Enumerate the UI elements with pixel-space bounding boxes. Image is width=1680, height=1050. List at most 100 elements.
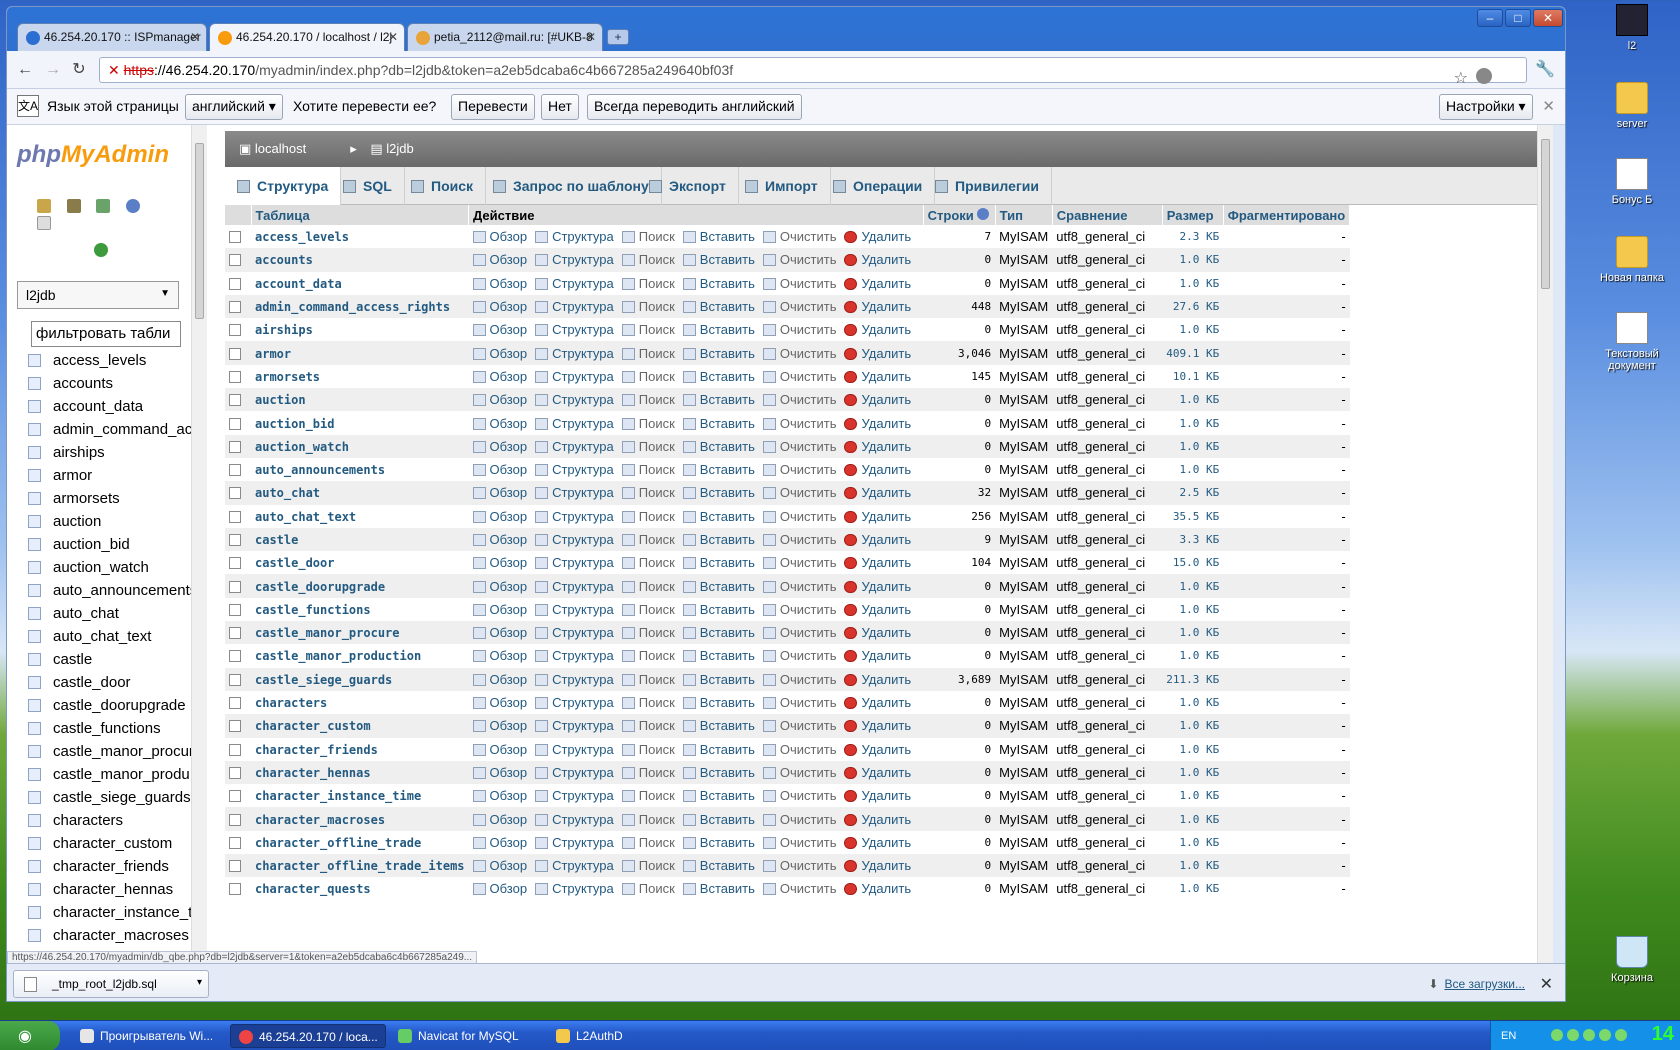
search-link[interactable]: Поиск — [621, 532, 675, 547]
browse-link[interactable]: Обзор — [472, 672, 527, 687]
all-downloads-link[interactable]: ⬇ Все загрузки... — [1428, 977, 1525, 991]
translate-button[interactable]: Перевести — [451, 94, 535, 120]
insert-link[interactable]: Вставить — [682, 229, 755, 244]
search-link[interactable]: Поиск — [621, 858, 675, 873]
row-checkbox[interactable] — [229, 370, 241, 383]
browser-tab-phpmyadmin[interactable]: 46.254.20.170 / localhost / l2j ✕ — [209, 23, 405, 52]
search-link[interactable]: Поиск — [621, 835, 675, 850]
drop-link[interactable]: Удалить — [844, 485, 911, 500]
sidebar-table-item[interactable]: auto_announcements — [21, 579, 191, 602]
row-checkbox[interactable] — [229, 324, 241, 337]
structure-link[interactable]: Структура — [535, 439, 614, 454]
reload-icon[interactable]: ↻ — [69, 61, 89, 79]
sidebar-table-item[interactable]: auction_bid — [21, 533, 191, 556]
table-collation[interactable]: utf8_general_ci — [1052, 737, 1163, 761]
row-checkbox[interactable] — [229, 510, 241, 523]
structure-link[interactable]: Структура — [535, 229, 614, 244]
insert-link[interactable]: Вставить — [682, 322, 755, 337]
taskbar-item-chrome[interactable]: 46.254.20.170 / loca... — [230, 1024, 386, 1048]
empty-link[interactable]: Очистить — [762, 439, 836, 454]
sidebar-table-item[interactable]: armor — [21, 464, 191, 487]
table-name-link[interactable]: characters — [255, 696, 327, 710]
empty-link[interactable]: Очистить — [762, 485, 836, 500]
tray-icon[interactable] — [1615, 1029, 1627, 1041]
table-collation[interactable]: utf8_general_ci — [1052, 760, 1163, 785]
table-icon[interactable] — [28, 722, 41, 735]
insert-link[interactable]: Вставить — [682, 416, 755, 431]
table-collation[interactable]: utf8_general_ci — [1052, 271, 1163, 295]
clock[interactable]: 14 — [1652, 1023, 1674, 1046]
bookmark-star-icon[interactable]: ☆ — [1454, 68, 1468, 88]
row-checkbox[interactable] — [229, 440, 241, 453]
desktop-icon-new-folder[interactable]: Новая папка — [1592, 236, 1672, 284]
table-size[interactable]: 1.0 КБ — [1162, 597, 1224, 622]
search-link[interactable]: Поиск — [621, 416, 675, 431]
sidebar-table-item[interactable]: character_hennas — [21, 878, 191, 901]
drop-link[interactable]: Удалить — [844, 532, 911, 547]
table-filter-input[interactable]: фильтровать табли — [31, 321, 181, 347]
table-name-link[interactable]: castle_doorupgrade — [255, 580, 385, 594]
structure-link[interactable]: Структура — [535, 835, 614, 850]
drop-link[interactable]: Удалить — [844, 509, 911, 524]
table-collation[interactable]: utf8_general_ci — [1052, 551, 1163, 575]
drop-link[interactable]: Удалить — [844, 858, 911, 873]
search-link[interactable]: Поиск — [621, 672, 675, 687]
drop-link[interactable]: Удалить — [844, 648, 911, 663]
home-icon[interactable] — [37, 199, 51, 213]
table-collation[interactable]: utf8_general_ci — [1052, 714, 1163, 738]
table-size[interactable]: 1.0 КБ — [1162, 807, 1224, 831]
row-checkbox[interactable] — [229, 417, 241, 430]
tab-structure[interactable]: Структура — [225, 167, 342, 205]
size-header[interactable]: Размер — [1162, 205, 1224, 225]
table-name-link[interactable]: auction_bid — [255, 417, 334, 431]
search-link[interactable]: Поиск — [621, 881, 675, 896]
table-size[interactable]: 1.0 КБ — [1162, 411, 1224, 435]
browse-link[interactable]: Обзор — [472, 532, 527, 547]
structure-link[interactable]: Структура — [535, 462, 614, 477]
table-name-link[interactable]: accounts — [255, 253, 313, 267]
sidebar-table-item[interactable]: access_levels — [21, 349, 191, 372]
table-collation[interactable]: utf8_general_ci — [1052, 574, 1163, 598]
table-size[interactable]: 1.0 КБ — [1162, 644, 1224, 668]
table-icon[interactable] — [28, 515, 41, 528]
drop-link[interactable]: Удалить — [844, 625, 911, 640]
table-collation[interactable]: utf8_general_ci — [1052, 807, 1163, 831]
drop-link[interactable]: Удалить — [844, 812, 911, 827]
row-checkbox[interactable] — [229, 301, 241, 314]
table-name-link[interactable]: castle_manor_procure — [255, 626, 400, 640]
drop-link[interactable]: Удалить — [844, 602, 911, 617]
table-icon[interactable] — [28, 791, 41, 804]
tab-search[interactable]: Поиск — [399, 167, 487, 205]
close-translate-icon[interactable]: ✕ — [1542, 97, 1555, 115]
table-icon[interactable] — [28, 699, 41, 712]
insert-link[interactable]: Вставить — [682, 369, 755, 384]
tray-icon[interactable] — [1567, 1029, 1579, 1041]
search-link[interactable]: Поиск — [621, 276, 675, 291]
row-checkbox[interactable] — [229, 650, 241, 663]
empty-link[interactable]: Очистить — [762, 416, 836, 431]
browse-link[interactable]: Обзор — [472, 858, 527, 873]
insert-link[interactable]: Вставить — [682, 346, 755, 361]
table-size[interactable]: 35.5 КБ — [1162, 504, 1224, 528]
table-icon[interactable] — [28, 860, 41, 873]
row-checkbox[interactable] — [229, 534, 241, 546]
table-name-link[interactable]: castle — [255, 533, 298, 547]
empty-link[interactable]: Очистить — [762, 462, 836, 477]
table-icon[interactable] — [28, 768, 41, 781]
empty-link[interactable]: Очистить — [762, 765, 836, 780]
table-size[interactable]: 1.0 КБ — [1162, 434, 1224, 458]
structure-link[interactable]: Структура — [535, 625, 614, 640]
sidebar-table-item[interactable]: admin_command_ac — [21, 418, 191, 441]
table-size[interactable]: 15.0 КБ — [1162, 551, 1224, 575]
drop-link[interactable]: Удалить — [844, 555, 911, 570]
drop-link[interactable]: Удалить — [844, 835, 911, 850]
browse-link[interactable]: Обзор — [472, 462, 527, 477]
back-arrow-icon[interactable]: ← — [15, 61, 35, 79]
row-checkbox[interactable] — [229, 557, 241, 570]
insert-link[interactable]: Вставить — [682, 252, 755, 267]
desktop-icon-l2[interactable]: l2 — [1592, 4, 1672, 52]
empty-link[interactable]: Очистить — [762, 648, 836, 663]
structure-link[interactable]: Структура — [535, 858, 614, 873]
drop-link[interactable]: Удалить — [844, 672, 911, 687]
empty-link[interactable]: Очистить — [762, 672, 836, 687]
